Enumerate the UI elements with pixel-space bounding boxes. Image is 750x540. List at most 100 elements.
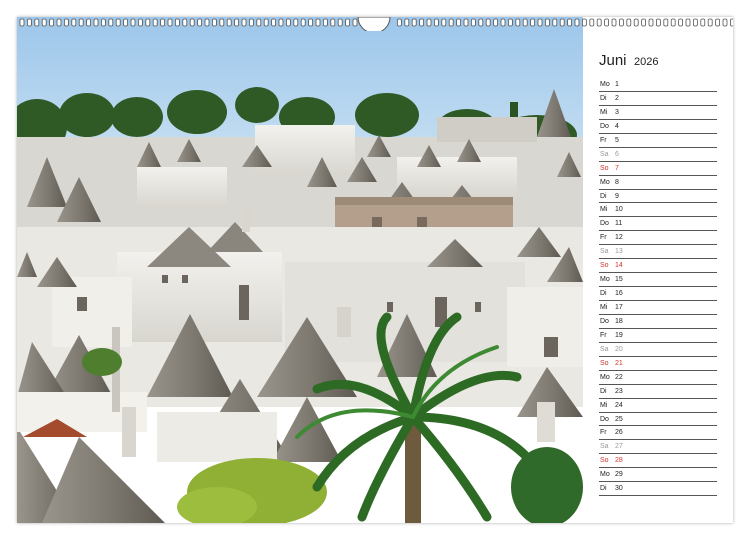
day-row: Do 18 xyxy=(599,315,717,329)
day-number: 4 xyxy=(615,122,619,130)
day-number: 21 xyxy=(615,359,623,367)
day-row: So 28 xyxy=(599,454,717,469)
weekday-label: Fr xyxy=(600,234,607,242)
binding-ring xyxy=(707,18,713,27)
binding-ring xyxy=(211,18,217,27)
binding-ring xyxy=(663,18,669,27)
day-row: Fr 5 xyxy=(599,134,717,148)
binding-ring xyxy=(174,18,180,27)
day-number: 8 xyxy=(615,178,619,186)
binding-ring xyxy=(545,18,550,27)
binding-ring xyxy=(49,18,54,27)
spiral-binding xyxy=(17,17,733,31)
day-row: So 21 xyxy=(599,357,717,371)
binding-ring xyxy=(285,18,291,27)
binding-ring xyxy=(500,18,506,27)
binding-ring xyxy=(485,18,491,27)
month-header: Juni 2026 xyxy=(599,52,658,70)
binding-ring xyxy=(345,18,351,27)
day-number: 18 xyxy=(615,317,623,325)
weekday-label: Sa xyxy=(600,248,609,256)
binding-ring xyxy=(678,18,683,27)
binding-ring xyxy=(152,18,158,27)
day-row: Fr 26 xyxy=(599,426,717,441)
calendar-page: Juni 2026 Mo 1 Di 2 Mi 3 Do 4 Fr 5 Sa 6 So 7 Mo 8 Di 9 Mi 1… xyxy=(17,17,733,523)
day-row: Fr 19 xyxy=(599,329,717,343)
day-row: Mo 1 xyxy=(599,78,717,92)
binding-ring xyxy=(182,18,188,27)
binding-ring xyxy=(93,18,99,27)
day-number: 12 xyxy=(615,234,623,242)
weekday-label: Sa xyxy=(600,443,609,451)
binding-ring xyxy=(300,18,306,27)
day-row: Di 23 xyxy=(599,385,717,399)
binding-ring xyxy=(522,18,528,27)
day-number: 6 xyxy=(615,150,619,158)
day-row: Mi 10 xyxy=(599,203,717,218)
binding-ring xyxy=(315,18,321,27)
day-row: Do 25 xyxy=(599,413,717,427)
day-row: Mi 24 xyxy=(599,399,717,413)
binding-ring xyxy=(685,18,691,27)
binding-ring xyxy=(693,18,698,27)
binding-ring xyxy=(426,18,432,27)
weekday-label: Do xyxy=(600,317,609,325)
weekday-label: So xyxy=(600,457,609,465)
trulli-photo xyxy=(17,17,583,523)
weekday-label: Di xyxy=(600,387,607,395)
day-number: 5 xyxy=(615,136,619,144)
binding-ring xyxy=(715,18,720,27)
day-number: 28 xyxy=(615,457,623,465)
weekday-label: Mo xyxy=(600,276,610,284)
binding-ring xyxy=(352,18,358,27)
binding-ring xyxy=(596,18,602,27)
binding-ring xyxy=(64,18,69,27)
day-row: Do 11 xyxy=(599,217,717,232)
binding-ring xyxy=(204,18,210,27)
weekday-label: So xyxy=(600,262,609,270)
day-row: Mo 22 xyxy=(599,371,717,385)
day-number: 20 xyxy=(615,345,623,353)
binding-ring xyxy=(552,18,558,27)
binding-ring xyxy=(530,18,535,27)
binding-ring xyxy=(448,18,454,27)
binding-ring xyxy=(441,18,447,27)
day-row: Mo 29 xyxy=(599,468,717,483)
weekday-label: Mi xyxy=(600,304,608,311)
weekday-label: Mo xyxy=(600,178,610,186)
day-number: 15 xyxy=(615,276,623,284)
binding-ring xyxy=(559,18,565,27)
binding-ring xyxy=(456,18,462,27)
binding-ring xyxy=(648,18,654,27)
day-row: Do 4 xyxy=(599,120,717,134)
weekday-label: Fr xyxy=(600,136,607,144)
weekday-label: Do xyxy=(600,415,609,423)
weekday-label: Di xyxy=(600,94,607,102)
weekday-label: Mo xyxy=(600,373,610,381)
binding-ring xyxy=(700,18,706,27)
day-number: 3 xyxy=(615,108,619,116)
weekday-label: Mo xyxy=(600,471,610,479)
binding-ring xyxy=(656,18,661,27)
day-row: Sa 6 xyxy=(599,148,717,162)
binding-ring xyxy=(507,18,513,27)
binding-ring xyxy=(278,18,284,27)
day-number: 17 xyxy=(615,304,623,311)
binding-ring xyxy=(41,18,47,27)
day-row: Sa 20 xyxy=(599,343,717,357)
binding-ring xyxy=(419,18,425,27)
binding-ring xyxy=(619,18,624,27)
calendar-sidebar: Juni 2026 Mo 1 Di 2 Mi 3 Do 4 Fr 5 Sa 6 So 7 Mo 8 Di 9 Mi 1… xyxy=(583,17,733,523)
binding-ring xyxy=(234,18,240,27)
weekday-label: Mo xyxy=(600,81,610,88)
binding-ring xyxy=(241,18,247,27)
day-row: Di 9 xyxy=(599,190,717,204)
binding-ring xyxy=(160,18,166,27)
day-row: Di 30 xyxy=(599,482,717,497)
weekday-label: Sa xyxy=(600,345,609,353)
binding-ring xyxy=(604,18,609,27)
weekday-label: So xyxy=(600,359,609,367)
binding-ring xyxy=(101,18,106,27)
binding-ring xyxy=(256,18,262,27)
day-row: Fr 12 xyxy=(599,231,717,246)
